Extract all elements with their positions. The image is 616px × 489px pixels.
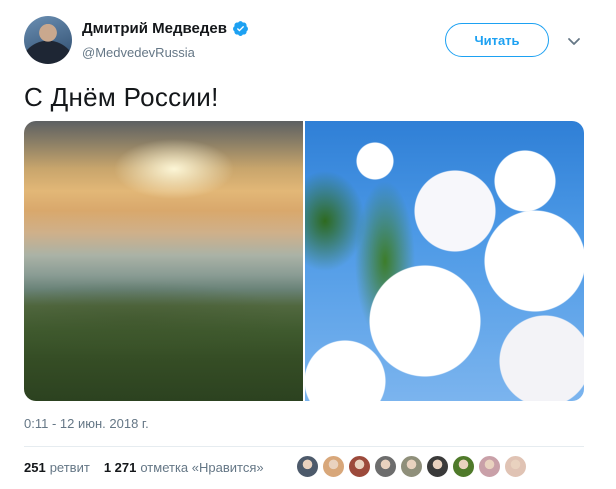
verified-badge-icon [233,21,248,37]
author-name-row[interactable]: Дмитрий Медведев [82,20,249,37]
divider [24,446,584,447]
liker-avatar[interactable] [452,455,475,478]
follow-button[interactable]: Читать [445,23,549,57]
likes-stat[interactable]: 1 271 отметка «Нравится» [104,460,264,475]
photo-landscape[interactable] [24,121,303,401]
likes-count: 1 271 [103,460,137,475]
liker-avatar[interactable] [426,455,449,478]
liker-avatar[interactable] [348,455,371,478]
chevron-down-icon[interactable] [566,33,582,49]
liker-avatar[interactable] [504,455,527,478]
liker-avatar[interactable] [478,455,501,478]
retweets-stat[interactable]: 251 ретвит [24,460,90,475]
tweet-stats: 251 ретвит 1 271 отметка «Нравится» [24,460,264,475]
author-display-name[interactable]: Дмитрий Медведев [82,20,227,37]
likes-label: отметка «Нравится» [140,460,264,475]
author-handle[interactable]: @MedvedevRussia [82,45,195,60]
liker-avatar[interactable] [296,455,319,478]
avatar[interactable] [24,16,72,64]
tweet-timestamp[interactable]: 0:11 - 12 июн. 2018 г. [24,416,149,431]
tweet-text: С Днём России! [24,82,219,112]
retweets-label: ретвит [49,460,90,475]
liker-avatar[interactable] [374,455,397,478]
liker-avatars [296,455,527,478]
tweet-media[interactable] [24,121,584,401]
liker-avatar[interactable] [400,455,423,478]
retweets-count: 251 [24,460,46,475]
photo-lilac[interactable] [305,121,584,401]
liker-avatar[interactable] [322,455,345,478]
